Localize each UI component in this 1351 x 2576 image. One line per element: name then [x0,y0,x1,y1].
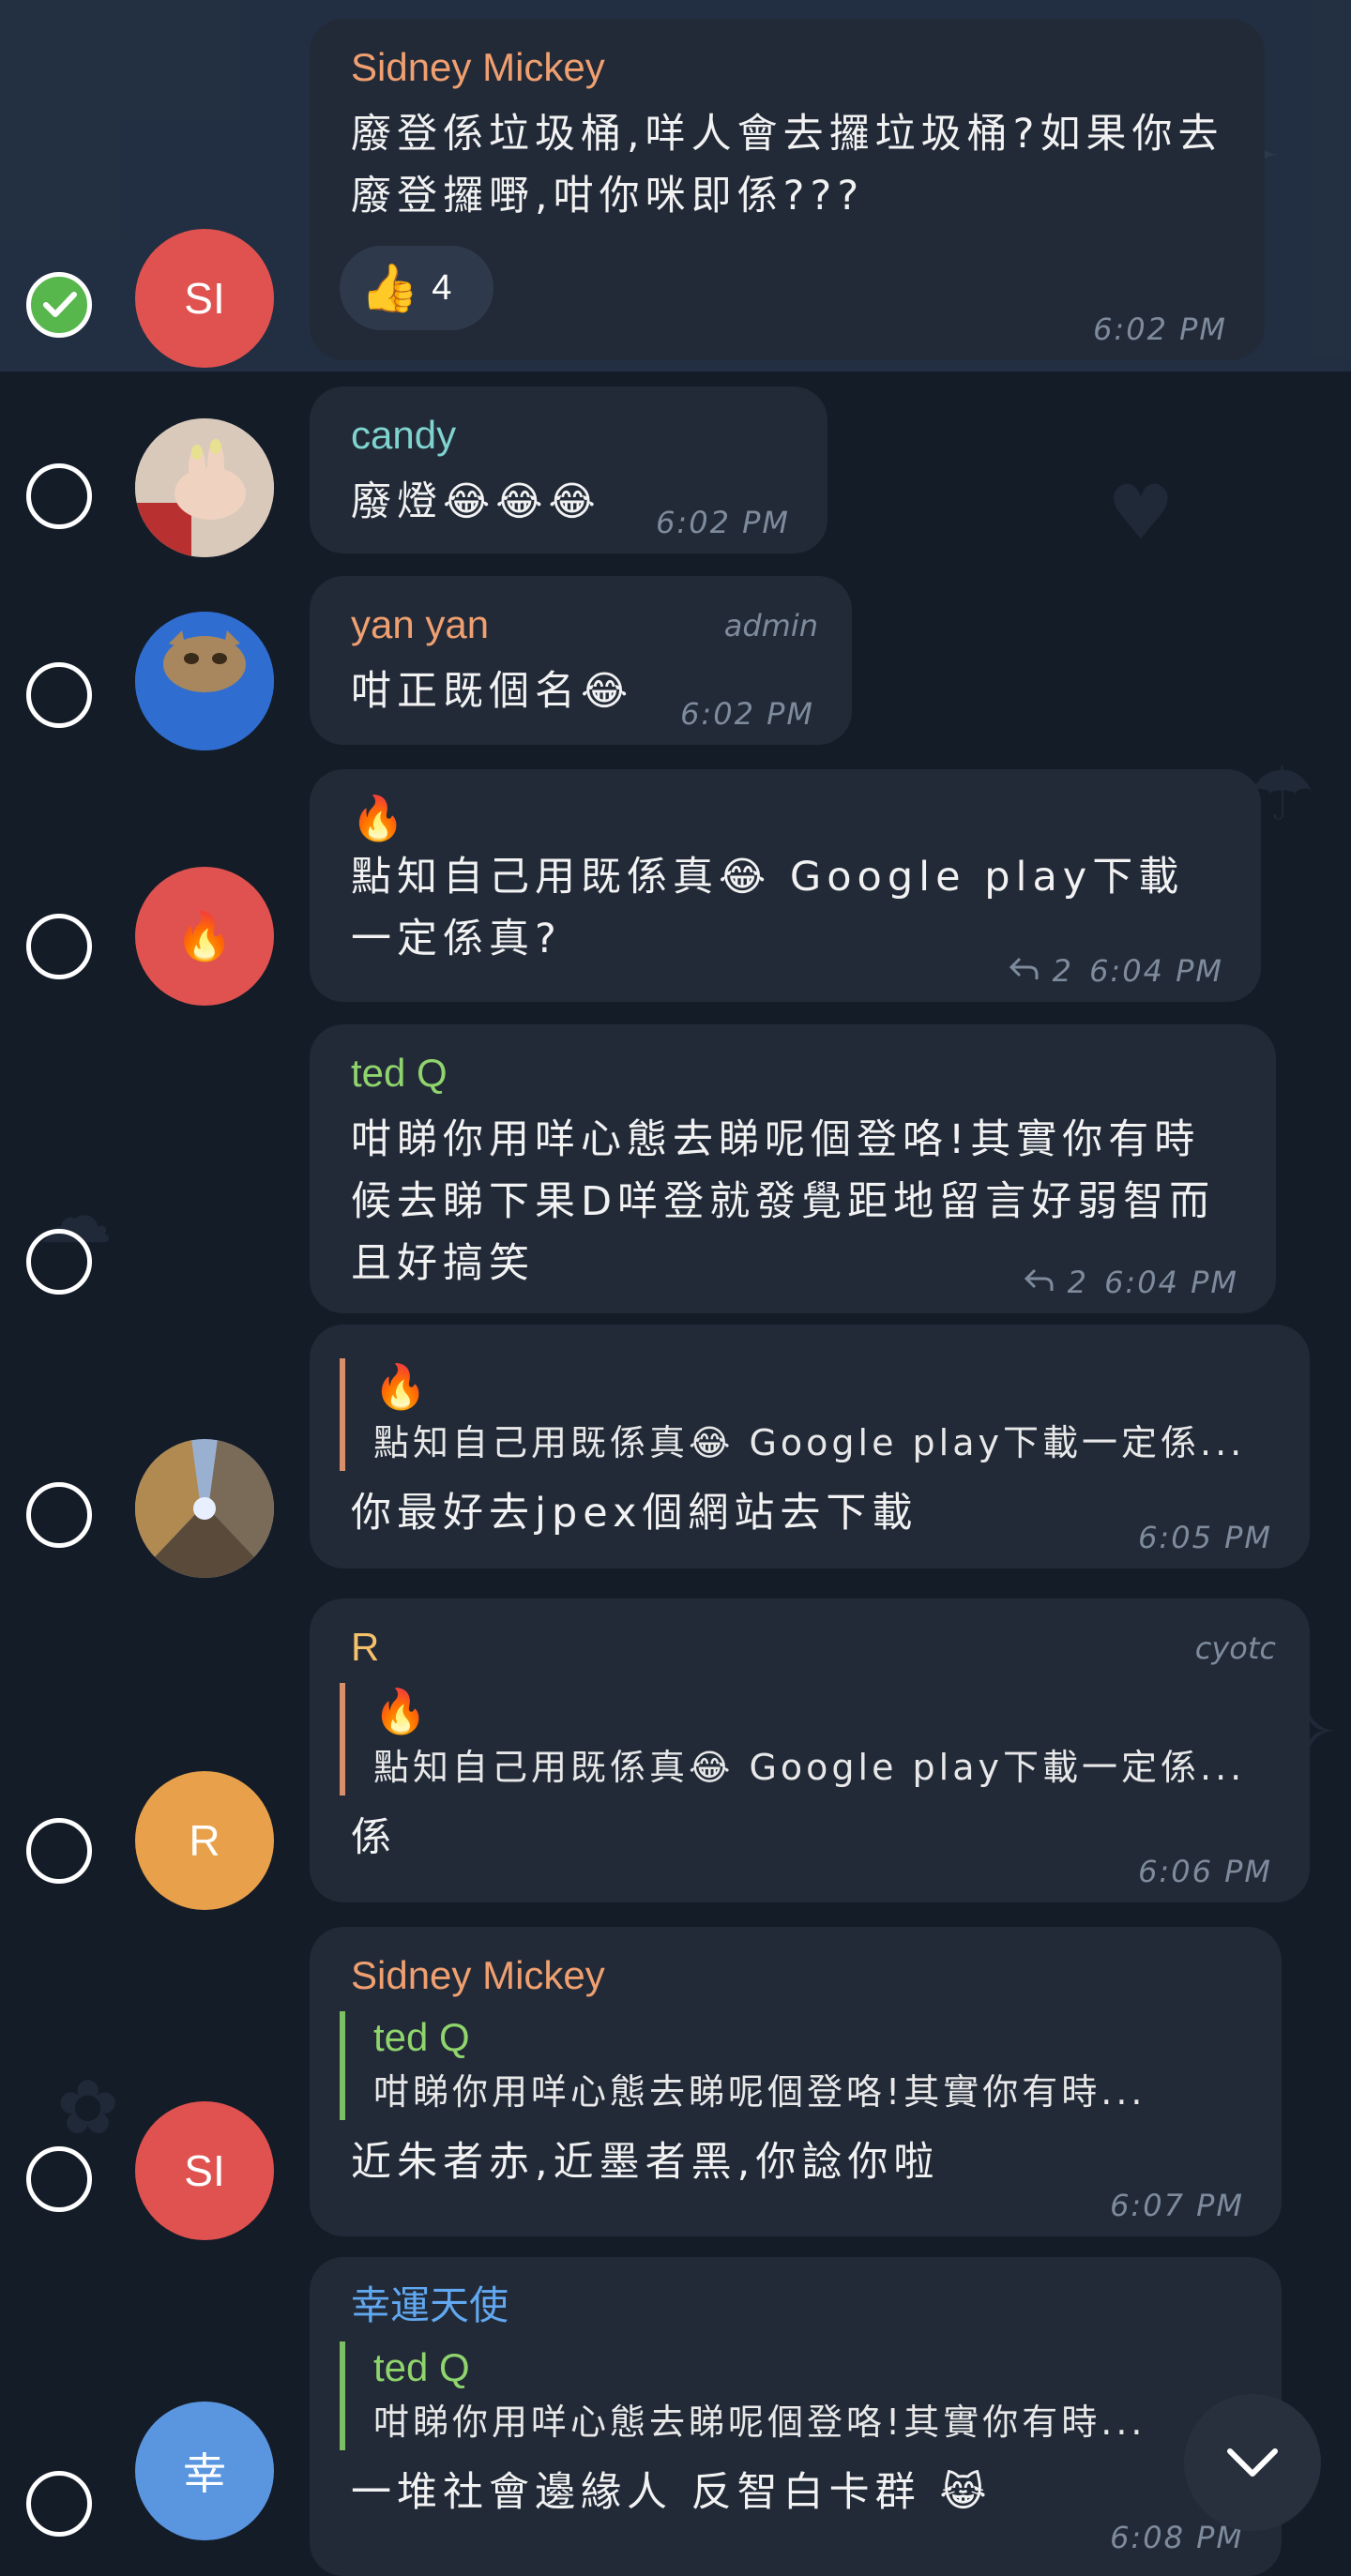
avatar-photo-hand [135,418,274,557]
reply-indicator[interactable]: 2 [1024,1265,1088,1300]
reply-arrow-icon [1025,1268,1054,1291]
select-checkbox[interactable] [26,914,92,979]
fire-icon: 🔥 [175,909,235,962]
avatar[interactable]: SI [135,229,274,368]
message-time: 6:07 PM [1110,2188,1244,2223]
avatar-initials: SI [184,2146,225,2195]
message-bubble[interactable]: ted Q 咁睇你用咩心態去睇呢個登咯!其實你有時候去睇下果D咩登就發覺距地留言… [310,1024,1276,1313]
message-time: 6:04 PM [1089,953,1223,989]
fire-icon: 🔥 [373,1361,428,1412]
message-row[interactable]: 🔥 點知自己用既係真😂 Google play下載一定係... 你最好去jpex… [0,1319,1351,1578]
quoted-text: 咁睇你用咩心態去睇呢個登咯!其實你有時... [373,2402,1146,2443]
message-row[interactable]: SI Sidney Mickey ted Q 咁睇你用咩心態去睇呢個登咯!其實你… [0,1910,1351,2244]
avatar[interactable] [135,1439,274,1578]
reply-indicator[interactable]: 2 [1009,953,1073,989]
admin-badge: admin [723,608,818,644]
avatar[interactable]: 🔥 [135,867,274,1006]
avatar[interactable]: SI [135,2101,274,2240]
avatar[interactable] [135,612,274,750]
select-checkbox[interactable] [26,2471,92,2537]
message-time: 6:02 PM [680,696,814,732]
message-row[interactable]: candy 廢燈😂😂😂 6:02 PM [0,371,1351,563]
quoted-message[interactable]: ted Q 咁睇你用咩心態去睇呢個登咯!其實你有時... [340,2011,1244,2120]
select-checkbox[interactable] [26,1482,92,1548]
sender-name[interactable]: R [351,1625,1272,1670]
message-text: 一堆社會邊緣人 反智白卡群 😹 [351,2469,993,2516]
message-row[interactable]: SI Sidney Mickey 廢登係垃圾桶,咩人會去攞垃圾桶?如果你去廢登攞… [0,0,1351,371]
message-text: 點知自己用既係真😂 Google play下載一定係真? [351,854,1185,962]
fire-icon: 🔥 [373,1686,428,1736]
select-checkbox[interactable] [26,662,92,728]
sender-name[interactable]: 幸運天使 [351,2283,1244,2328]
message-bubble[interactable]: 幸運天使 ted Q 咁睇你用咩心態去睇呢個登咯!其實你有時... 一堆社會邊緣… [310,2257,1282,2576]
avatar-initials: 幸 [183,2449,226,2498]
message-text: 廢登係垃圾桶,咩人會去攞垃圾桶?如果你去廢登攞嘢,咁你咪即係??? [351,111,1224,220]
message-bubble[interactable]: R cyotc 🔥 點知自己用既係真😂 Google play下載一定係... … [310,1599,1310,1902]
reply-count: 2 [1052,953,1073,989]
chat-message-list[interactable]: ✦ ♥ ☂ ☁ ✧ ✿ SI Sidney Mickey 廢登係垃圾桶,咩人會去… [0,0,1351,2576]
avatar-photo-cat [135,612,274,750]
quoted-text: 點知自己用既係真😂 Google play下載一定係... [373,1422,1246,1463]
message-text: 係 [351,1814,397,1861]
message-time: 6:02 PM [656,505,790,540]
quoted-message[interactable]: 🔥 點知自己用既係真😂 Google play下載一定係... [340,1683,1272,1796]
message-row[interactable]: R R cyotc 🔥 點知自己用既係真😂 Google play下載一定係..… [0,1574,1351,1910]
thumbs-up-icon: 👍 [360,260,419,315]
message-row[interactable]: yan yan admin 咁正既個名😂 6:02 PM [0,563,1351,754]
sender-name[interactable]: candy [351,413,790,458]
message-row[interactable]: 🔥 🔥 點知自己用既係真😂 Google play下載一定係真? 2 6:04 … [0,754,1351,1009]
sender-name[interactable]: Sidney Mickey [351,45,1227,90]
check-icon [43,292,77,317]
message-time: 6:05 PM [1138,1520,1272,1555]
reply-count: 2 [1067,1265,1088,1300]
scroll-down-button[interactable] [1184,2394,1321,2531]
avatar-initials: R [189,1816,220,1865]
message-bubble[interactable]: candy 廢燈😂😂😂 6:02 PM [310,386,827,553]
sender-name[interactable]: Sidney Mickey [351,1953,1244,1998]
quoted-text: 點知自己用既係真😂 Google play下載一定係... [373,1747,1246,1788]
select-checkbox[interactable] [26,1229,92,1295]
message-row[interactable]: ted Q 咁睇你用咩心態去睇呢個登咯!其實你有時候去睇下果D咩登就發覺距地留言… [0,1009,1351,1319]
message-bubble[interactable]: Sidney Mickey 廢登係垃圾桶,咩人會去攞垃圾桶?如果你去廢登攞嘢,咁… [310,19,1265,360]
reply-arrow-icon [1009,957,1039,979]
sender-name[interactable]: ted Q [351,1051,1238,1096]
quoted-sender: ted Q [373,2345,470,2389]
select-checkbox[interactable] [26,2146,92,2212]
quoted-message[interactable]: 🔥 點知自己用既係真😂 Google play下載一定係... [340,1358,1272,1471]
avatar-initials: SI [184,274,225,323]
chevron-down-icon [1227,2448,1278,2477]
avatar-photo-buildings [135,1439,274,1578]
select-checkbox[interactable] [26,463,92,529]
quoted-message[interactable]: ted Q 咁睇你用咩心態去睇呢個登咯!其實你有時... [340,2341,1244,2450]
message-row[interactable]: 幸 幸運天使 ted Q 咁睇你用咩心態去睇呢個登咯!其實你有時... 一堆社會… [0,2244,1351,2576]
message-time: 6:06 PM [1138,1854,1272,1889]
fire-icon: 🔥 [351,793,405,843]
message-bubble[interactable]: Sidney Mickey ted Q 咁睇你用咩心態去睇呢個登咯!其實你有時.… [310,1927,1282,2236]
avatar[interactable]: 幸 [135,2402,274,2540]
message-time: 6:02 PM [1093,311,1227,347]
message-time: 6:04 PM [1104,1265,1238,1300]
reaction-count: 4 [432,267,452,308]
reaction-chip[interactable]: 👍 4 [340,246,493,330]
select-checkbox[interactable] [26,1818,92,1884]
message-bubble[interactable]: yan yan admin 咁正既個名😂 6:02 PM [310,576,852,745]
quoted-sender: ted Q [373,2015,470,2059]
quoted-text: 咁睇你用咩心態去睇呢個登咯!其實你有時... [373,2071,1146,2113]
avatar[interactable]: R [135,1771,274,1910]
message-bubble[interactable]: 🔥 點知自己用既係真😂 Google play下載一定係... 你最好去jpex… [310,1325,1310,1568]
member-tag: cyotc [1194,1630,1276,1666]
select-checkbox-checked[interactable] [26,272,92,338]
message-bubble[interactable]: 🔥 點知自己用既係真😂 Google play下載一定係真? 2 6:04 PM [310,769,1261,1002]
message-text: 你最好去jpex個網站去下載 [351,1490,918,1537]
avatar[interactable] [135,418,274,557]
message-text: 近朱者赤,近墨者黑,你諗你啦 [351,2139,940,2186]
